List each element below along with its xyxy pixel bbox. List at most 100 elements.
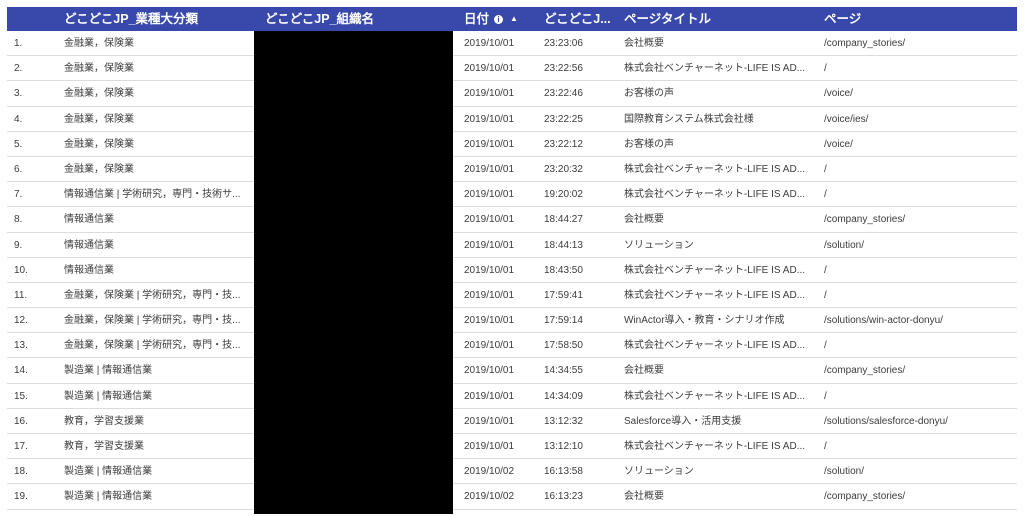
date-cell: 2019/10/01 bbox=[464, 63, 515, 75]
header-industry[interactable]: どこどこJP_業種大分類 bbox=[64, 7, 254, 31]
date-cell: 2019/10/01 bbox=[464, 264, 515, 276]
row-number: 6. bbox=[14, 163, 23, 175]
header-page-label: ページ bbox=[824, 12, 862, 26]
page-cell: /voice/ bbox=[824, 88, 853, 100]
time-cell: 19:20:02 bbox=[544, 189, 583, 201]
page-cell: /company_stories/ bbox=[824, 491, 906, 503]
time-cell: 13:12:10 bbox=[544, 441, 583, 452]
sort-ascending-icon[interactable]: ▲ bbox=[510, 7, 518, 31]
table-row[interactable]: 14. 製造業 | 情報通信業 2019/10/01 14:34:55 会社概要/com… bbox=[7, 358, 1017, 384]
row-number: 16. bbox=[14, 415, 28, 427]
page-title-cell: 株式会社ベンチャーネット-LIFE IS AD... bbox=[624, 289, 806, 301]
table-row[interactable]: 6. 金融業，保険業 2019/10/01 23:20:32 株式会社ベンチャーネット-… bbox=[7, 157, 1017, 183]
industry-cell: 金融業，保険業 bbox=[64, 113, 134, 125]
row-number: 3. bbox=[14, 88, 23, 100]
industry-cell: 製造業 | 情報通信業 bbox=[64, 466, 153, 478]
page-title-cell: 株式会社ベンチャーネット-LIFE IS AD... bbox=[624, 189, 806, 201]
page-cell: /solutions/salesforce-donyu/ bbox=[824, 415, 948, 427]
page-cell: / bbox=[824, 163, 827, 175]
row-number: 8. bbox=[14, 214, 23, 226]
row-number: 10. bbox=[14, 264, 28, 276]
table-row[interactable]: 15. 製造業 | 情報通信業 2019/10/01 14:34:09 株式会社ベンチャ… bbox=[7, 384, 1017, 409]
date-cell: 2019/10/01 bbox=[464, 415, 515, 427]
time-cell: 17:59:14 bbox=[544, 315, 583, 327]
header-page[interactable]: ページ bbox=[824, 7, 1014, 31]
table-row[interactable]: 18. 製造業 | 情報通信業 2019/10/02 16:13:58 ソリューション /… bbox=[7, 459, 1017, 485]
industry-cell: 情報通信業 bbox=[64, 214, 114, 226]
table-row[interactable]: 4. 金融業，保険業 2019/10/01 23:22:25 国際教育システム株式会社様… bbox=[7, 107, 1017, 132]
time-cell: 23:23:06 bbox=[544, 38, 583, 49]
table-row[interactable]: 9. 情報通信業 2019/10/01 18:44:13 ソリューション/solutio… bbox=[7, 233, 1017, 258]
date-cell: 2019/10/01 bbox=[464, 189, 515, 201]
header-time[interactable]: どこどこJ... bbox=[544, 7, 619, 31]
date-cell: 2019/10/01 bbox=[464, 38, 515, 49]
page-title-cell: お客様の声 bbox=[624, 88, 674, 100]
time-cell: 23:20:32 bbox=[544, 163, 583, 175]
data-table: どこどこJP_業種大分類 どこどこJP_組織名 日付 i ▲ どこどこJ... ペー… bbox=[7, 7, 1017, 510]
page-cell: / bbox=[824, 189, 827, 201]
row-number: 7. bbox=[14, 189, 23, 201]
industry-cell: 金融業，保険業 bbox=[64, 138, 134, 150]
time-cell: 17:58:50 bbox=[544, 340, 583, 352]
row-number: 4. bbox=[14, 113, 23, 125]
page-title-cell: 会社概要 bbox=[624, 214, 664, 226]
table-header: どこどこJP_業種大分類 どこどこJP_組織名 日付 i ▲ どこどこJ... ペー… bbox=[7, 7, 1017, 31]
row-number: 17. bbox=[14, 441, 28, 452]
table-row[interactable]: 16. 教育，学習支援業 2019/10/01 13:12:32 Salesforce導… bbox=[7, 409, 1017, 434]
header-page-title-label: ページタイトル bbox=[624, 12, 712, 26]
table-row[interactable]: 17. 教育，学習支援業 2019/10/01 13:12:10 株式会社ベンチャーネッ… bbox=[7, 434, 1017, 460]
row-number: 15. bbox=[14, 390, 28, 402]
time-cell: 23:22:56 bbox=[544, 63, 583, 75]
header-time-label: どこどこJ... bbox=[544, 12, 611, 26]
row-number: 2. bbox=[14, 63, 23, 75]
table-row[interactable]: 10. 情報通信業 2019/10/01 18:43:50 株式会社ベンチャーネット-L… bbox=[7, 258, 1017, 283]
date-cell: 2019/10/01 bbox=[464, 340, 515, 352]
info-icon[interactable]: i bbox=[494, 15, 504, 24]
table-row[interactable]: 11. 金融業，保険業 | 学術研究，専門・技... 2019/10/01 17:59… bbox=[7, 283, 1017, 309]
header-date-label: 日付 bbox=[464, 12, 490, 26]
industry-cell: 情報通信業 | 学術研究，専門・技術サ... bbox=[64, 189, 241, 201]
time-cell: 23:22:46 bbox=[544, 88, 583, 100]
date-cell: 2019/10/01 bbox=[464, 441, 515, 452]
table-row[interactable]: 2. 金融業，保険業 2019/10/01 23:22:56 株式会社ベンチャーネット-… bbox=[7, 56, 1017, 82]
page-title-cell: Salesforce導入・活用支援 bbox=[624, 415, 742, 427]
header-date[interactable]: 日付 i ▲ bbox=[464, 7, 539, 31]
page-cell: / bbox=[824, 63, 827, 75]
table-row[interactable]: 5. 金融業，保険業 2019/10/01 23:22:12 お客様の声/voice/ bbox=[7, 132, 1017, 157]
page-cell: / bbox=[824, 289, 827, 301]
time-cell: 18:44:27 bbox=[544, 214, 583, 226]
header-industry-label: どこどこJP_業種大分類 bbox=[64, 12, 198, 26]
page-cell: /solutions/win-actor-donyu/ bbox=[824, 315, 943, 327]
date-cell: 2019/10/01 bbox=[464, 138, 515, 150]
page-title-cell: 株式会社ベンチャーネット-LIFE IS AD... bbox=[624, 390, 806, 402]
industry-cell: 金融業，保険業 bbox=[64, 38, 134, 49]
table-row[interactable]: 8. 情報通信業 2019/10/01 18:44:27 会社概要/company_st… bbox=[7, 207, 1017, 233]
date-cell: 2019/10/01 bbox=[464, 88, 515, 100]
industry-cell: 金融業，保険業 | 学術研究，専門・技... bbox=[64, 315, 241, 327]
date-cell: 2019/10/01 bbox=[464, 214, 515, 226]
time-cell: 23:22:25 bbox=[544, 113, 583, 125]
table-row[interactable]: 19. 製造業 | 情報通信業 2019/10/02 16:13:23 会社概要/com… bbox=[7, 484, 1017, 510]
header-page-title[interactable]: ページタイトル bbox=[624, 7, 814, 31]
table-row[interactable]: 3. 金融業，保険業 2019/10/01 23:22:46 お客様の声/voice/ bbox=[7, 81, 1017, 107]
page-title-cell: お客様の声 bbox=[624, 138, 674, 150]
page-title-cell: 会社概要 bbox=[624, 491, 664, 503]
header-organization[interactable]: どこどこJP_組織名 bbox=[265, 7, 455, 31]
page-cell: / bbox=[824, 264, 827, 276]
row-number: 14. bbox=[14, 365, 28, 377]
table-row[interactable]: 12. 金融業，保険業 | 学術研究，専門・技... 2019/10/01 17:59… bbox=[7, 308, 1017, 334]
industry-cell: 金融業，保険業 | 学術研究，専門・技... bbox=[64, 340, 241, 352]
date-cell: 2019/10/01 bbox=[464, 289, 515, 301]
industry-cell: 情報通信業 bbox=[64, 239, 114, 251]
page-title-cell: 株式会社ベンチャーネット-LIFE IS AD... bbox=[624, 163, 806, 175]
page-title-cell: WinActor導入・教育・シナリオ作成 bbox=[624, 315, 785, 327]
time-cell: 16:13:58 bbox=[544, 466, 583, 478]
table-row[interactable]: 1. 金融業，保険業 2019/10/01 23:23:06 会社概要/company_… bbox=[7, 31, 1017, 57]
date-cell: 2019/10/01 bbox=[464, 315, 515, 327]
table-row[interactable]: 7. 情報通信業 | 学術研究，専門・技術サ... 2019/10/01 19:20:… bbox=[7, 182, 1017, 208]
table-row[interactable]: 13. 金融業，保険業 | 学術研究，専門・技... 2019/10/01 17:58… bbox=[7, 333, 1017, 359]
date-cell: 2019/10/01 bbox=[464, 163, 515, 175]
time-cell: 18:44:13 bbox=[544, 239, 583, 251]
time-cell: 13:12:32 bbox=[544, 415, 583, 427]
industry-cell: 製造業 | 情報通信業 bbox=[64, 365, 153, 377]
